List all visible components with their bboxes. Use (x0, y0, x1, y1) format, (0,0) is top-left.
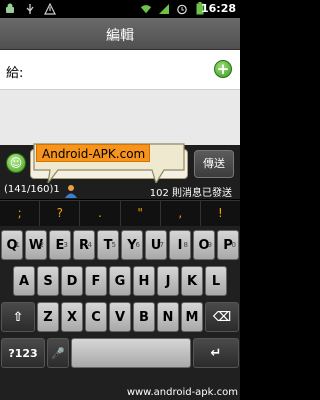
suggestion-item[interactable]: ! (201, 201, 240, 226)
key-k[interactable]: K (181, 266, 203, 296)
key-x[interactable]: X (61, 302, 83, 332)
emoji-button[interactable]: ☺ (6, 153, 26, 173)
key-c[interactable]: C (85, 302, 107, 332)
key-n[interactable]: N (157, 302, 179, 332)
keyboard-row-4: ?123 🎤 ↵ (0, 334, 240, 370)
key-r[interactable]: R4 (73, 230, 95, 260)
space-key[interactable] (71, 338, 191, 368)
symbols-key[interactable]: ?123 (1, 338, 45, 368)
title-bar: 編輯 (0, 18, 240, 50)
key-o[interactable]: O9 (193, 230, 215, 260)
suggestion-item[interactable]: . (80, 201, 121, 226)
recipient-row: 給: + (0, 50, 240, 90)
notification-icons (4, 2, 56, 15)
message-history-area (0, 90, 240, 145)
to-label: 給: (6, 66, 24, 81)
suggestion-bar: ; ? . " , ! (0, 200, 240, 226)
keyboard-row-2: A S D F G H J K L (0, 262, 240, 298)
key-a[interactable]: A (13, 266, 35, 296)
status-bar: 16:28 (0, 0, 240, 18)
keyboard-row-1: Q1 W2 E3 R4 T5 Y6 U7 I8 O9 P0 (0, 226, 240, 262)
key-e[interactable]: E3 (49, 230, 71, 260)
key-t[interactable]: T5 (97, 230, 119, 260)
messages-sent-count: 102 則消息已發送 (149, 188, 232, 199)
person-icon (64, 183, 78, 198)
key-j[interactable]: J (157, 266, 179, 296)
key-l[interactable]: L (205, 266, 227, 296)
watermark-banner: Android-APK.com (36, 144, 150, 162)
key-g[interactable]: G (109, 266, 131, 296)
status-time: 16:28 (200, 2, 236, 15)
watermark-text: www.android-apk.com (126, 387, 238, 398)
alarm-icon (176, 2, 188, 15)
key-z[interactable]: Z (37, 302, 59, 332)
key-h[interactable]: H (133, 266, 155, 296)
suggestion-item[interactable]: " (121, 201, 161, 226)
mic-key[interactable]: 🎤 (47, 338, 69, 368)
suggestion-item[interactable]: ; (0, 201, 41, 226)
character-counter: (141/160)1 (4, 184, 60, 195)
key-m[interactable]: M (181, 302, 203, 332)
suggestion-item[interactable]: ? (40, 201, 81, 226)
key-d[interactable]: D (61, 266, 83, 296)
count-row: (141/160)1 102 則消息已發送 (0, 183, 240, 199)
alert-icon (44, 2, 56, 15)
send-button[interactable]: 傳送 (194, 150, 234, 178)
key-i[interactable]: I8 (169, 230, 191, 260)
shift-key[interactable]: ⇧ (1, 302, 35, 332)
add-contact-button[interactable]: + (214, 60, 232, 78)
usb-icon (24, 2, 36, 15)
android-icon (4, 2, 16, 15)
signal-icon (158, 2, 170, 15)
key-w[interactable]: W2 (25, 230, 47, 260)
key-v[interactable]: V (109, 302, 131, 332)
key-u[interactable]: U7 (145, 230, 167, 260)
delete-key[interactable]: ⌫ (205, 302, 239, 332)
recipient-input[interactable] (32, 58, 202, 82)
key-f[interactable]: F (85, 266, 107, 296)
system-icons (140, 2, 206, 15)
key-b[interactable]: B (133, 302, 155, 332)
key-p[interactable]: P0 (217, 230, 239, 260)
wifi-icon (140, 2, 152, 15)
key-s[interactable]: S (37, 266, 59, 296)
keyboard-row-3: ⇧ Z X C V B N M ⌫ (0, 298, 240, 334)
page-title: 編輯 (106, 28, 134, 44)
key-y[interactable]: Y6 (121, 230, 143, 260)
key-q[interactable]: Q1 (1, 230, 23, 260)
suggestion-item[interactable]: , (161, 201, 201, 226)
enter-key[interactable]: ↵ (193, 338, 239, 368)
soft-keyboard: Q1 W2 E3 R4 T5 Y6 U7 I8 O9 P0 A S D F G … (0, 226, 240, 400)
